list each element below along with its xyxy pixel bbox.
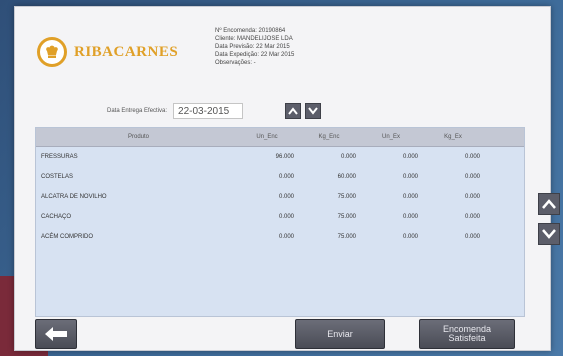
table-header: Produto Un_Enc Kg_Enc Un_Ex Kg_Ex [36, 128, 524, 147]
chevron-up-icon [542, 199, 556, 209]
cell-kg-enc: 75.000 [337, 194, 356, 200]
cell-kg-ex: 0.000 [464, 174, 480, 180]
delivery-date-label: Data Entrega Efectiva: [107, 108, 168, 114]
table-row[interactable]: COSTELAS 0.000 60.000 0.000 0.000 [36, 167, 524, 187]
cell-produto: COSTELAS [41, 174, 74, 180]
order-fulfilled-button[interactable]: Encomenda Satisfeita [419, 319, 515, 349]
scroll-up-button[interactable] [538, 193, 560, 215]
date-up-button[interactable] [285, 103, 302, 119]
info-line: Cliente: MANDELIJOSE LDA [215, 36, 293, 42]
chevron-down-icon [542, 229, 556, 239]
cell-kg-ex: 0.000 [464, 214, 480, 220]
cell-kg-ex: 0.000 [464, 234, 480, 240]
chef-hat-icon [37, 37, 67, 67]
products-table: Produto Un_Enc Kg_Enc Un_Ex Kg_Ex FRESSU… [35, 127, 525, 317]
back-button[interactable] [35, 319, 77, 349]
table-row[interactable]: ALCATRA DE NOVILHO 0.000 75.000 0.000 0.… [36, 187, 524, 207]
cell-kg-enc: 75.000 [337, 214, 356, 220]
date-down-button[interactable] [305, 103, 322, 119]
chevron-down-icon [308, 107, 318, 115]
cell-un-ex: 0.000 [402, 154, 418, 160]
send-button[interactable]: Enviar [295, 319, 385, 349]
cell-produto: ALCATRA DE NOVILHO [41, 194, 107, 200]
cell-kg-enc: 75.000 [337, 234, 356, 240]
cell-un-ex: 0.000 [402, 194, 418, 200]
cell-un-enc: 0.000 [278, 174, 294, 180]
cell-un-ex: 0.000 [402, 234, 418, 240]
cell-kg-ex: 0.000 [464, 154, 480, 160]
table-row[interactable]: ACÉM COMPRIDO 0.000 75.000 0.000 0.000 [36, 227, 524, 247]
info-line: Nº Encomenda: 20190864 [215, 28, 286, 34]
info-line: Data Expedição: 22 Mar 2015 [215, 52, 295, 58]
cell-kg-enc: 0.000 [340, 154, 356, 160]
brand-logo: RIBACARNES [37, 37, 178, 67]
arrow-left-icon [45, 327, 67, 341]
order-fulfilled-label-line2: Satisfeita [448, 333, 486, 343]
delivery-date-input[interactable] [173, 103, 244, 119]
cell-un-enc: 0.000 [278, 234, 294, 240]
cell-un-ex: 0.000 [402, 214, 418, 220]
cell-produto: CACHAÇO [41, 214, 72, 220]
cell-kg-enc: 60.000 [337, 174, 356, 180]
app-window: RIBACARNES Nº Encomenda: 20190864 Client… [14, 6, 560, 351]
cell-produto: ACÉM COMPRIDO [41, 234, 94, 240]
cell-un-enc: 0.000 [278, 214, 294, 220]
column-header-kg-enc[interactable]: Kg_Enc [298, 134, 360, 140]
cell-un-ex: 0.000 [402, 174, 418, 180]
send-button-label: Enviar [327, 328, 353, 339]
chevron-up-icon [288, 107, 298, 115]
column-header-un-ex[interactable]: Un_Ex [360, 134, 422, 140]
table-row[interactable]: FRESSURAS 96.000 0.000 0.000 0.000 [36, 147, 524, 167]
cell-kg-ex: 0.000 [464, 194, 480, 200]
info-line: Data Previsão: 22 Mar 2015 [215, 44, 290, 50]
info-line: Observações: - [215, 60, 256, 66]
order-info: Nº Encomenda: 20190864 Cliente: MANDELIJ… [215, 27, 294, 67]
cell-produto: FRESSURAS [41, 154, 78, 160]
table-row[interactable]: CACHAÇO 0.000 75.000 0.000 0.000 [36, 207, 524, 227]
delivery-date-row: Data Entrega Efectiva: [107, 103, 322, 119]
scroll-down-button[interactable] [538, 223, 560, 245]
column-header-un-enc[interactable]: Un_Enc [236, 134, 298, 140]
column-header-kg-ex[interactable]: Kg_Ex [422, 134, 484, 140]
cell-un-enc: 0.000 [278, 194, 294, 200]
brand-name: RIBACARNES [74, 43, 179, 60]
cell-un-enc: 96.000 [275, 154, 294, 160]
column-header-produto[interactable]: Produto [36, 134, 236, 140]
